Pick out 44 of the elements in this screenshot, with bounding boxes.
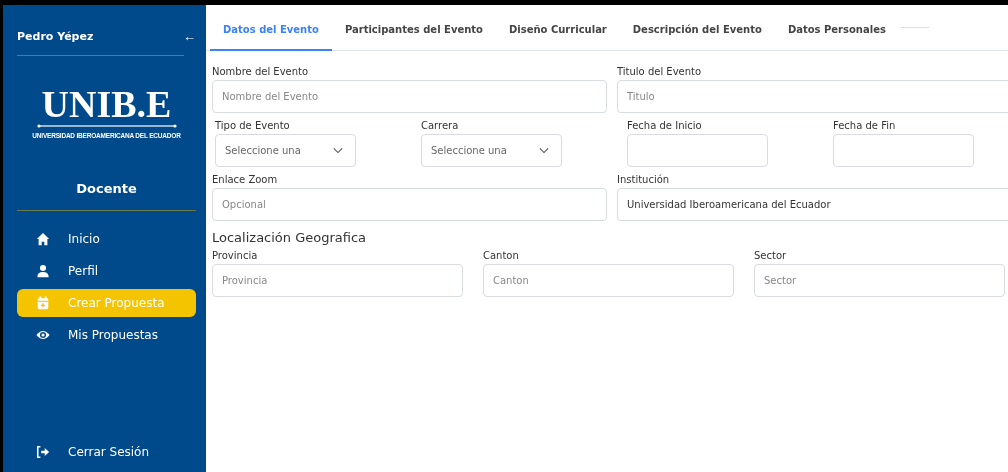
collapse-button[interactable]: ←: [183, 28, 196, 44]
home-icon: [36, 232, 50, 246]
date-field[interactable]: [833, 134, 974, 167]
input-field[interactable]: Titulo: [617, 80, 1008, 113]
nav-item[interactable]: Mis Propuestas: [17, 321, 196, 349]
input-field[interactable]: Universidad Iberoamericana del Ecuador: [617, 188, 1008, 221]
logo-wordmark: UNIB.E: [41, 86, 172, 122]
user-name: Pedro Yépez: [17, 29, 94, 43]
field-label: Titulo del Evento: [617, 65, 703, 79]
field-label: Fecha de Fin: [833, 119, 897, 133]
chevron-down-icon: [333, 147, 343, 154]
field-label: Institución: [617, 173, 671, 187]
calendar-plus-icon: [36, 296, 50, 310]
field-label: Canton: [483, 249, 520, 263]
tab[interactable]: Datos del Evento: [210, 24, 332, 51]
field-label: Nombre del Evento: [212, 65, 310, 79]
input-field[interactable]: Provincia: [212, 264, 463, 297]
role-title: Docente: [75, 181, 138, 196]
field-label: Carrera: [421, 119, 460, 133]
input-field[interactable]: Nombre del Evento: [212, 80, 607, 113]
tab[interactable]: Participantes del Evento: [331, 24, 496, 51]
chevron-down-icon: [539, 147, 549, 154]
date-field[interactable]: [627, 134, 768, 167]
field-label: Tipo de Evento: [215, 119, 291, 133]
tab[interactable]: Datos Personales: [774, 24, 899, 51]
nav-item[interactable]: Perfil: [17, 257, 196, 285]
select-field[interactable]: Seleccione una: [421, 134, 562, 167]
select-field[interactable]: Seleccione una: [215, 134, 356, 167]
logo-rule-icon: [35, 124, 178, 128]
nav-item[interactable]: Inicio: [17, 225, 196, 253]
field-label: Fecha de Inicio: [627, 119, 703, 133]
field-label: Sector: [754, 249, 788, 263]
user-icon: [36, 264, 50, 278]
section-title: Localización Geografica: [212, 230, 368, 245]
field-label: Provincia: [212, 249, 259, 263]
eye-icon: [36, 328, 50, 342]
tab[interactable]: Diseño Curricular: [495, 24, 620, 51]
input-field[interactable]: Sector: [754, 264, 1005, 297]
input-field[interactable]: Opcional: [212, 188, 607, 221]
field-label: Enlace Zoom: [212, 173, 279, 187]
input-field[interactable]: Canton: [483, 264, 734, 297]
tab[interactable]: Descripción del Evento: [619, 24, 775, 51]
logout-icon: [36, 445, 50, 459]
logout-link[interactable]: Cerrar Sesión: [17, 438, 196, 466]
